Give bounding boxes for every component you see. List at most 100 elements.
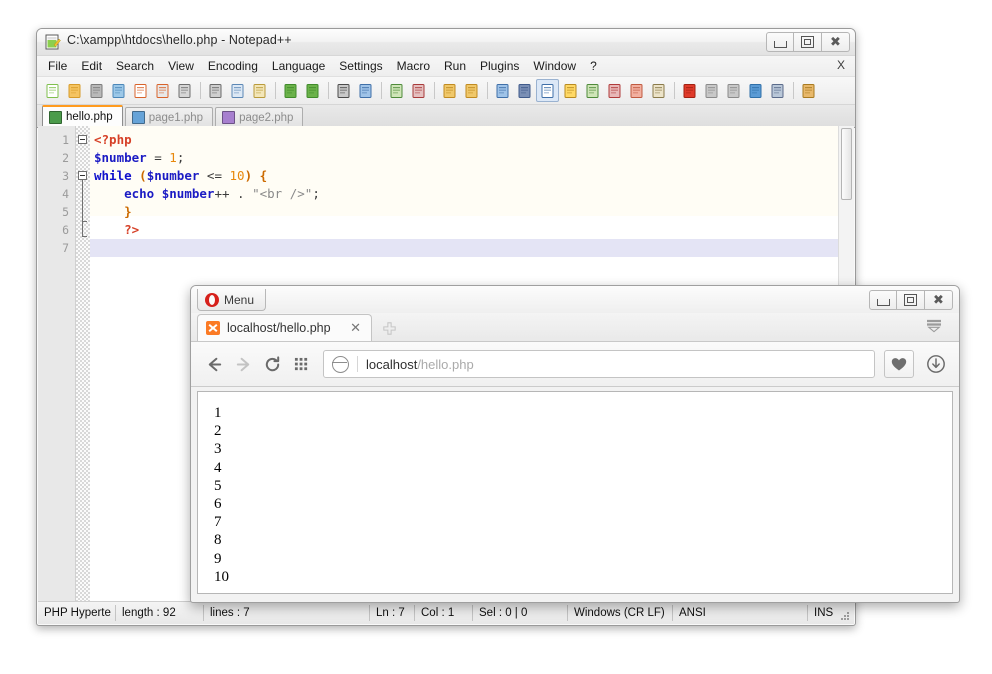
menu-item-edit[interactable]: Edit [74,57,109,75]
code-line[interactable]: $number = 1; [90,149,854,167]
save-icon[interactable] [86,80,107,101]
back-arrow-icon[interactable] [201,351,227,377]
show-all-chars-icon[interactable] [514,80,535,101]
menu-item-plugins[interactable]: Plugins [473,57,526,75]
code-token [154,186,162,201]
folder-as-workspace-icon[interactable] [626,80,647,101]
close-file-icon[interactable] [130,80,151,101]
output-line: 1 [214,404,936,422]
word-wrap-icon[interactable] [492,80,513,101]
code-line[interactable]: ?> [90,221,854,239]
macro-stop-icon[interactable] [701,80,722,101]
show-indent-guide-icon[interactable] [536,79,559,102]
new-file-icon[interactable] [42,80,63,101]
url-text[interactable]: localhost/hello.php [366,357,474,372]
code-token: ; [177,150,185,165]
user-defined-dialog-icon[interactable] [560,80,581,101]
close-icon[interactable]: ✕ [348,320,363,336]
notepad-toolbar[interactable] [37,77,855,105]
menu-item-window[interactable]: Window [526,57,583,75]
menu-item-run[interactable]: Run [437,57,473,75]
close-all-icon[interactable] [152,80,173,101]
find-icon[interactable] [333,80,354,101]
code-line[interactable]: } [90,203,854,221]
code-line[interactable] [90,239,854,257]
resize-grip-icon[interactable] [839,610,851,622]
xampp-favicon [206,321,220,335]
menu-item-settings[interactable]: Settings [332,57,389,75]
reload-icon[interactable] [259,351,285,377]
notepad-menubar[interactable]: FileEditSearchViewEncodingLanguageSettin… [37,56,855,77]
file-tab-page2-php[interactable]: page2.php [215,107,303,127]
menu-item-file[interactable]: File [41,57,74,75]
macro-record-icon[interactable] [679,80,700,101]
code-token [252,168,260,183]
download-icon[interactable] [923,351,949,377]
code-token: . [237,186,245,201]
code-token: $number [162,186,215,201]
minimize-button[interactable] [766,32,794,52]
paste-icon[interactable] [249,80,270,101]
macro-save-icon[interactable] [767,80,788,101]
document-monitor-icon[interactable] [648,80,669,101]
address-bar[interactable]: localhost/hello.php [323,350,875,378]
print-icon[interactable] [174,80,195,101]
status-eol: Windows (CR LF) [568,605,673,621]
maximize-button[interactable] [794,32,822,52]
copy-icon[interactable] [227,80,248,101]
new-tab-button[interactable] [378,317,400,339]
output-line: 10 [214,568,936,586]
scrollbar-thumb[interactable] [841,128,852,200]
menu-item-view[interactable]: View [161,57,201,75]
show-doc-map-icon[interactable] [582,80,603,101]
close-button[interactable]: ✖ [925,290,953,310]
maximize-button[interactable] [897,290,925,310]
open-file-icon[interactable] [64,80,85,101]
notepad-window-controls[interactable]: ✖ [766,32,850,52]
menubar-close-document-button[interactable]: X [837,58,845,72]
macro-playback-multiple-icon[interactable] [745,80,766,101]
undo-icon[interactable] [280,80,301,101]
code-line[interactable]: <?php [90,131,854,149]
sync-vertical-icon[interactable] [439,80,460,101]
sync-horizontal-icon[interactable] [461,80,482,101]
speed-dial-icon[interactable] [288,351,314,377]
run-icon[interactable] [798,80,819,101]
fold-marker-icon[interactable] [78,135,87,144]
browser-tab[interactable]: localhost/hello.php ✕ [197,314,372,341]
opera-browser-window[interactable]: Menu ✖ localhost/hello.php ✕ [190,285,960,603]
replace-icon[interactable] [355,80,376,101]
menu-item-search[interactable]: Search [109,57,161,75]
zoom-out-icon[interactable] [408,80,429,101]
heart-icon[interactable] [884,350,914,378]
opera-menu-button[interactable]: Menu [197,289,266,311]
notepad-statusbar: PHP Hyperte length : 92 lines : 7 Ln : 7… [38,601,854,624]
notepad-titlebar[interactable]: C:\xampp\htdocs\hello.php - Notepad++ ✖ [37,29,855,56]
file-tab-hello-php[interactable]: hello.php [42,105,123,127]
close-button[interactable]: ✖ [822,32,850,52]
cut-icon[interactable] [205,80,226,101]
minimize-button[interactable] [869,290,897,310]
notepad-file-tabs[interactable]: hello.phppage1.phppage2.php [37,105,855,128]
zoom-in-icon[interactable] [386,80,407,101]
fold-marker-icon[interactable] [78,171,87,180]
function-list-icon[interactable] [604,80,625,101]
opera-top-strip[interactable]: Menu ✖ [191,286,959,313]
file-tab-page1-php[interactable]: page1.php [125,107,213,127]
forward-arrow-icon[interactable] [230,351,256,377]
menu-item-encoding[interactable]: Encoding [201,57,265,75]
menu-item-macro[interactable]: Macro [390,57,437,75]
opera-tab-strip[interactable]: localhost/hello.php ✕ [191,313,959,342]
opera-window-controls[interactable]: ✖ [869,290,953,310]
redo-icon[interactable] [302,80,323,101]
tab-stack-icon[interactable] [925,319,943,333]
code-line[interactable]: echo $number++ . "<br />"; [90,185,854,203]
macro-play-icon[interactable] [723,80,744,101]
opera-navigation-bar[interactable]: localhost/hello.php [191,342,959,387]
fold-margin[interactable] [76,126,90,601]
save-all-icon[interactable] [108,80,129,101]
menu-item-language[interactable]: Language [265,57,332,75]
menu-item-[interactable]: ? [583,57,604,75]
code-line[interactable]: while ($number <= 10) { [90,167,854,185]
toolbar-separator [793,82,794,99]
